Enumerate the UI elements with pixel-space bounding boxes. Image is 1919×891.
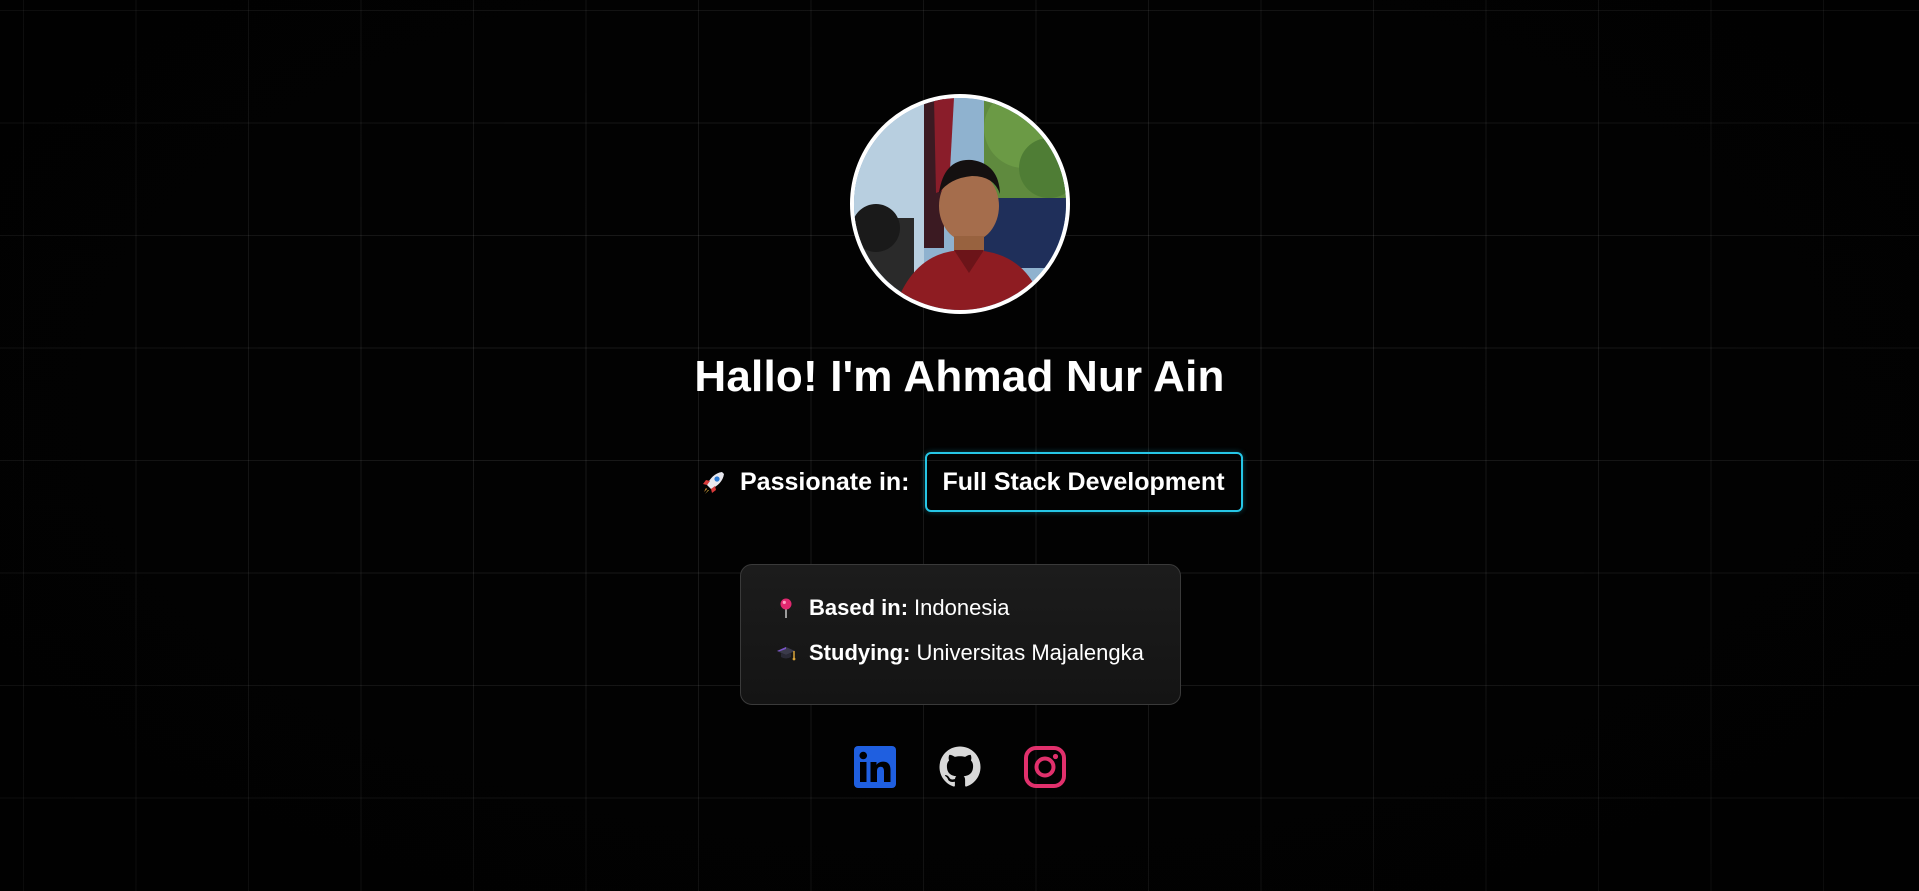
github-link[interactable] — [938, 745, 982, 789]
passion-label: Passionate in: — [740, 467, 910, 496]
linkedin-icon — [854, 746, 896, 788]
info-label-location: Based in: — [809, 595, 909, 620]
rocket-icon — [700, 468, 728, 496]
graduation-cap-icon — [775, 642, 797, 664]
info-card: Based in: Indonesia Studying: Universita… — [740, 564, 1181, 705]
info-row-location: Based in: Indonesia — [775, 593, 1180, 623]
github-icon — [939, 746, 981, 787]
page-title: Hallo! I'm Ahmad Nur Ain — [694, 352, 1225, 401]
page-background: Hallo! I'm Ahmad Nur Ain Passionate in: … — [0, 0, 1919, 891]
info-row-study: Studying: Universitas Majalengka — [775, 638, 1180, 668]
info-label-study: Studying: — [809, 640, 911, 665]
pin-icon — [775, 597, 797, 619]
passion-row: Passionate in: Full Stack Development — [700, 450, 1243, 514]
instagram-icon — [1024, 746, 1066, 788]
profile-photo — [854, 98, 1066, 310]
info-value-location: Indonesia — [914, 595, 1010, 620]
linkedin-link[interactable] — [853, 745, 897, 789]
profile-section: Hallo! I'm Ahmad Nur Ain Passionate in: … — [0, 0, 1919, 891]
instagram-link[interactable] — [1023, 745, 1067, 789]
info-value-study: Universitas Majalengka — [916, 640, 1144, 665]
avatar — [850, 94, 1070, 314]
passion-badge: Full Stack Development — [924, 452, 1243, 512]
